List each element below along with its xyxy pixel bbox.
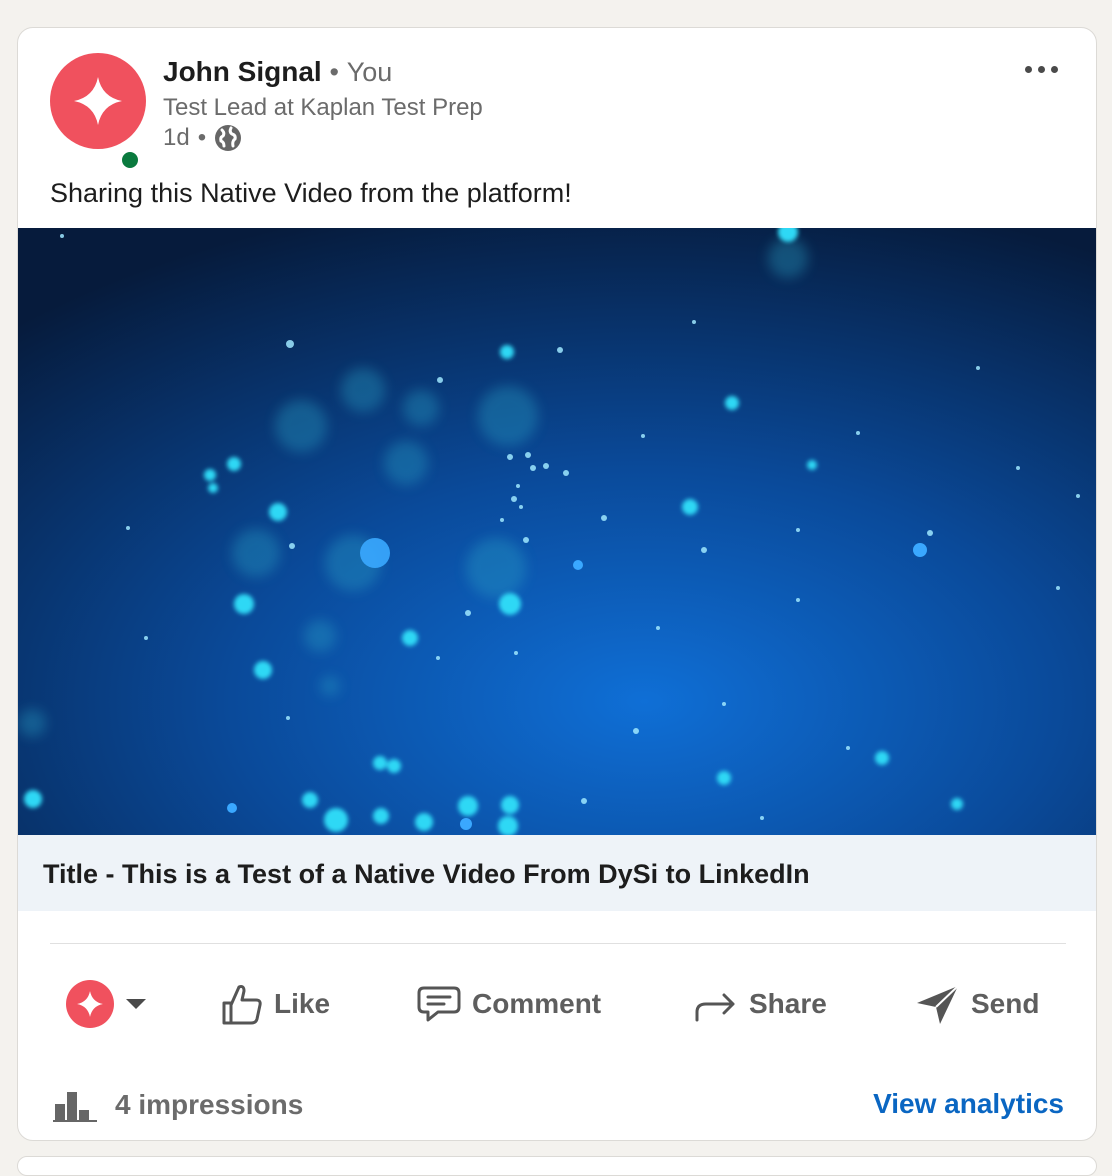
- share-arrow-icon: [695, 993, 735, 1022]
- send-icon: [917, 985, 959, 1024]
- share-button[interactable]: Share: [693, 976, 827, 1032]
- reaction-selector-button[interactable]: [66, 976, 146, 1032]
- author-relation: You: [346, 57, 393, 87]
- like-button[interactable]: Like: [220, 976, 330, 1032]
- sparkle-icon: [77, 991, 103, 1017]
- post-time: 1d: [163, 124, 190, 151]
- like-label: Like: [274, 988, 331, 1019]
- video-title[interactable]: Title - This is a Test of a Native Video…: [43, 859, 810, 890]
- post-meta: 1d •: [163, 124, 242, 152]
- video-title-bar[interactable]: Title - This is a Test of a Native Video…: [18, 835, 1096, 911]
- divider: [50, 943, 1066, 944]
- sparkle-icon: [74, 77, 122, 125]
- post-text: Sharing this Native Video from the platf…: [50, 178, 572, 208]
- thumbs-up-icon: [222, 985, 262, 1025]
- video-background: [18, 228, 1096, 835]
- post-card: John Signal • You Test Lead at Kaplan Te…: [17, 27, 1097, 1141]
- view-analytics-link[interactable]: View analytics: [873, 1088, 1064, 1120]
- impressions-count: 4 impressions: [115, 1089, 304, 1120]
- share-label: Share: [749, 988, 827, 1019]
- author-headline: Test Lead at Kaplan Test Prep: [163, 94, 483, 121]
- author-avatar[interactable]: [50, 53, 146, 172]
- more-options-button[interactable]: [1016, 56, 1066, 82]
- author-line: John Signal • You: [163, 56, 392, 88]
- avatar: [50, 53, 146, 149]
- author-separator: •: [329, 57, 339, 87]
- send-label: Send: [971, 988, 1040, 1019]
- comment-label: Comment: [472, 988, 602, 1019]
- dot: [1037, 65, 1045, 73]
- author-name[interactable]: John Signal: [163, 56, 322, 87]
- meta-separator: •: [197, 124, 207, 151]
- send-button[interactable]: Send: [915, 976, 1039, 1032]
- impressions-stat[interactable]: 4 impressions: [53, 1088, 303, 1122]
- dot: [1024, 65, 1032, 73]
- bar-chart-icon: [53, 1092, 97, 1122]
- globe-icon: [215, 125, 242, 151]
- next-post-card: [17, 1156, 1097, 1176]
- chevron-down-icon: [126, 999, 146, 1009]
- comment-button[interactable]: Comment: [416, 976, 601, 1032]
- dot: [1050, 65, 1058, 73]
- reaction-avatar: [66, 980, 114, 1028]
- online-status-indicator: [118, 148, 142, 172]
- video-player[interactable]: [18, 228, 1097, 835]
- comment-icon: [417, 986, 461, 1022]
